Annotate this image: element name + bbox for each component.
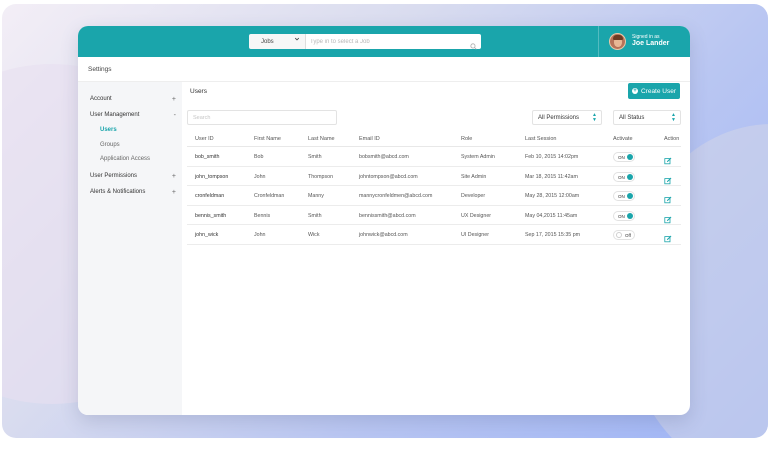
sidebar-item-account[interactable]: Account + — [90, 96, 176, 103]
cell-email: johnwick@abcd.com — [359, 232, 408, 238]
column-header[interactable]: Last Session — [525, 136, 557, 142]
table-row[interactable]: bob_smith Bob Smith bobsmith@abcd.com Sy… — [187, 147, 681, 167]
table-row[interactable]: cronfeldman Cronfeldman Manny mannycronf… — [187, 186, 681, 206]
search-icon[interactable] — [470, 37, 477, 55]
activate-toggle[interactable]: ON — [613, 210, 635, 221]
sidebar-item-alerts-notifications[interactable]: Alerts & Notifications + — [90, 189, 176, 196]
cell-email: mannycronfeldmen@abcd.com — [359, 193, 433, 199]
cell-last-session: Mar 18, 2015 11:42am — [525, 173, 578, 180]
cell-email: bennissmith@abcd.com — [359, 212, 416, 219]
sidebar: Account + User Management - Users Groups… — [78, 82, 182, 415]
chevron-down-icon — [294, 36, 300, 44]
column-header[interactable]: Last Name — [308, 136, 335, 142]
sidebar-item-label: Account — [90, 96, 112, 102]
cell-user-id: cronfeldman — [195, 193, 225, 199]
create-user-button[interactable]: + Create User — [628, 83, 680, 99]
cell-first-name: John — [254, 173, 266, 180]
collapse-icon[interactable]: - — [174, 112, 176, 119]
cell-first-name: Bennis — [254, 212, 271, 219]
status-filter-label: All Status — [619, 114, 645, 121]
column-header[interactable]: Email ID — [359, 136, 380, 142]
column-header[interactable]: User ID — [195, 136, 214, 142]
activate-toggle[interactable]: ON — [613, 191, 635, 201]
cell-user-id: bennis_smith — [195, 212, 227, 219]
column-header[interactable]: Role — [461, 136, 472, 142]
sidebar-item-label: User Management — [90, 112, 140, 118]
sidebar-item-application-access[interactable]: Application Access — [100, 156, 150, 162]
page-title: Settings — [88, 66, 112, 73]
sidebar-item-users[interactable]: Users — [100, 127, 117, 133]
sidebar-item-user-management[interactable]: User Management - — [90, 112, 176, 119]
table-row[interactable]: bennis_smith Bennis Smith bennissmith@ab… — [187, 206, 681, 225]
sidebar-item-user-permissions[interactable]: User Permissions + — [90, 173, 176, 180]
job-search-box — [305, 34, 481, 50]
cell-email: bobsmith@abcd.com — [359, 154, 409, 160]
activate-toggle[interactable]: Off — [613, 230, 635, 240]
column-header: Action — [664, 136, 680, 142]
activate-toggle[interactable]: ON — [613, 171, 635, 182]
cell-last-name: Smith — [308, 212, 322, 219]
cell-last-session: May 28, 2015 12:00am — [525, 193, 580, 199]
top-bar: Jobs Signed in as Joe Lander — [78, 26, 690, 57]
cell-first-name: Cronfeldman — [254, 193, 285, 199]
column-header[interactable]: First Name — [254, 136, 281, 142]
cell-role: UX Designer — [461, 212, 492, 219]
cell-last-name: Thompson — [308, 173, 334, 180]
cell-last-name: Smith — [308, 154, 322, 160]
permissions-filter[interactable]: All Permissions ▲ ▼ — [532, 110, 602, 125]
expand-icon[interactable]: + — [172, 189, 176, 196]
cell-role: Site Admin — [461, 173, 487, 180]
cell-last-name: Manny — [308, 193, 324, 199]
table-row[interactable]: john_tompson John Thompson johntompson@a… — [187, 167, 681, 186]
sidebar-item-label: User Permissions — [90, 173, 138, 179]
activate-toggle[interactable]: ON — [613, 152, 635, 162]
edit-icon[interactable] — [664, 230, 672, 248]
table-row[interactable]: john_wick John Wick johnwick@abcd.com UI… — [187, 225, 681, 245]
user-search-box — [187, 110, 337, 125]
cell-role: System Admin — [461, 154, 495, 160]
create-user-label: Create User — [640, 87, 677, 95]
cell-first-name: Bob — [254, 154, 264, 160]
cell-last-session: Feb 10, 2015 14:02pm — [525, 154, 579, 160]
app-window: Jobs Signed in as Joe Lander Settings Ac… — [78, 26, 690, 415]
job-search-input[interactable] — [310, 38, 460, 45]
cell-user-id: john_wick — [195, 232, 219, 238]
cell-role: UI Designer — [461, 232, 489, 238]
cell-email: johntompson@abcd.com — [359, 173, 418, 180]
user-name: Joe Lander — [632, 40, 670, 48]
expand-icon[interactable]: + — [172, 173, 176, 180]
jobs-select[interactable]: Jobs — [249, 34, 305, 49]
cell-user-id: john_tompson — [195, 173, 229, 180]
avatar — [609, 33, 626, 50]
plus-circle-icon: + — [631, 88, 638, 94]
section-title: Users — [190, 88, 207, 95]
sidebar-item-label: Alerts & Notifications — [90, 189, 146, 195]
jobs-select-label: Jobs — [261, 38, 274, 45]
user-search-input[interactable] — [193, 114, 333, 121]
sort-arrows-icon: ▲ ▼ — [671, 112, 676, 123]
cell-last-session: May 04,2015 11:45am — [525, 212, 578, 219]
column-header: Activate — [613, 136, 633, 142]
cell-user-id: bob_smith — [195, 154, 220, 160]
cell-role: Developer — [461, 193, 486, 199]
status-filter[interactable]: All Status ▲ ▼ — [613, 110, 681, 125]
sidebar-item-groups[interactable]: Groups — [100, 142, 120, 148]
permissions-filter-label: All Permissions — [538, 114, 580, 121]
user-profile[interactable]: Signed in as Joe Lander — [598, 26, 669, 57]
cell-last-session: Sep 17, 2015 15:35 pm — [525, 232, 581, 238]
users-table: User ID First Name Last Name Email ID Ro… — [187, 132, 681, 245]
sort-arrows-icon: ▲ ▼ — [592, 112, 597, 123]
cell-first-name: John — [254, 232, 266, 238]
table-header: User ID First Name Last Name Email ID Ro… — [187, 132, 681, 147]
expand-icon[interactable]: + — [172, 96, 176, 103]
cell-last-name: Wick — [308, 232, 320, 238]
